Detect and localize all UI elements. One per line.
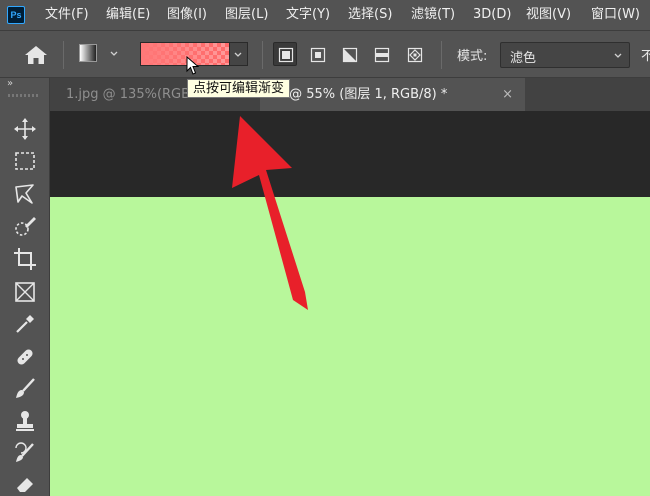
linear-gradient-icon — [278, 47, 294, 63]
menu-view[interactable]: 视图(V) — [526, 0, 571, 30]
history-brush-tool-icon[interactable] — [12, 440, 38, 466]
options-separator — [262, 41, 263, 69]
gradient-picker-dropdown[interactable] — [230, 42, 248, 66]
chevron-down-icon[interactable] — [109, 49, 119, 59]
mouse-pointer-icon — [186, 56, 200, 75]
lasso-tool-icon[interactable] — [12, 181, 38, 207]
frame-tool-icon[interactable] — [12, 279, 38, 305]
reflected-gradient-button[interactable] — [369, 42, 393, 66]
angle-gradient-icon — [342, 47, 358, 63]
menu-3d[interactable]: 3D(D) — [473, 0, 511, 30]
radial-gradient-button[interactable] — [305, 42, 329, 66]
menu-edit[interactable]: 编辑(E) — [106, 0, 150, 30]
menu-type[interactable]: 文字(Y) — [286, 0, 330, 30]
menu-bar: Ps 文件(F) 编辑(E) 图像(I) 图层(L) 文字(Y) 选择(S) 滤… — [0, 0, 650, 30]
gradient-tooltip: 点按可编辑渐变 — [187, 79, 291, 98]
tools-panel: » — [0, 78, 50, 496]
tab-label: 1.jpg @ 135%(RGB — [66, 87, 191, 102]
chevron-down-icon — [614, 53, 622, 58]
eraser-tool-icon[interactable] — [12, 470, 38, 496]
tab-label: -1 @ 55% (图层 1, RGB/8) * — [272, 87, 448, 102]
healing-brush-tool-icon[interactable] — [12, 344, 38, 370]
clone-stamp-tool-icon[interactable] — [12, 408, 38, 434]
mode-label: 模式: — [457, 49, 488, 64]
angle-gradient-button[interactable] — [337, 42, 361, 66]
home-icon[interactable] — [24, 45, 48, 65]
chevron-down-icon — [234, 52, 242, 57]
menu-layer[interactable]: 图层(L) — [225, 0, 268, 30]
tab-document-2[interactable]: -1 @ 55% (图层 1, RGB/8) * × — [260, 78, 525, 111]
collapse-panel-icon[interactable]: » — [7, 78, 13, 89]
diamond-gradient-button[interactable] — [402, 42, 426, 66]
linear-gradient-button[interactable] — [273, 42, 297, 66]
options-separator — [441, 41, 442, 69]
menu-select[interactable]: 选择(S) — [348, 0, 392, 30]
marquee-tool-icon[interactable] — [12, 148, 38, 174]
panel-grip[interactable] — [8, 94, 40, 97]
reflected-gradient-icon — [374, 47, 390, 63]
diamond-gradient-icon — [407, 47, 423, 63]
brush-tool-icon[interactable] — [12, 376, 38, 402]
eyedropper-tool-icon[interactable] — [12, 311, 38, 337]
blend-mode-select[interactable]: 滤色 — [500, 42, 630, 68]
menu-image[interactable]: 图像(I) — [167, 0, 207, 30]
blend-mode-value: 滤色 — [510, 51, 537, 66]
radial-gradient-icon — [310, 47, 326, 63]
quick-selection-tool-icon[interactable] — [12, 214, 38, 240]
options-bar: 模式: 滤色 不 — [0, 30, 650, 78]
menu-window[interactable]: 窗口(W) — [591, 0, 640, 30]
crop-tool-icon[interactable] — [12, 246, 38, 272]
photoshop-logo-icon[interactable]: Ps — [7, 6, 25, 24]
pasteboard[interactable] — [50, 111, 650, 197]
move-tool-icon[interactable] — [12, 116, 38, 142]
opacity-label: 不 — [641, 49, 650, 64]
gradient-editor-swatch[interactable] — [140, 42, 230, 66]
document-tab-bar: 1.jpg @ 135%(RGB -1 @ 55% (图层 1, RGB/8) … — [50, 78, 650, 111]
menu-filter[interactable]: 滤镜(T) — [411, 0, 455, 30]
menu-file[interactable]: 文件(F) — [45, 0, 89, 30]
gradient-preset-swatch[interactable] — [79, 44, 97, 62]
options-separator — [63, 41, 64, 69]
document-canvas[interactable] — [50, 197, 650, 496]
close-icon[interactable]: × — [502, 78, 513, 111]
